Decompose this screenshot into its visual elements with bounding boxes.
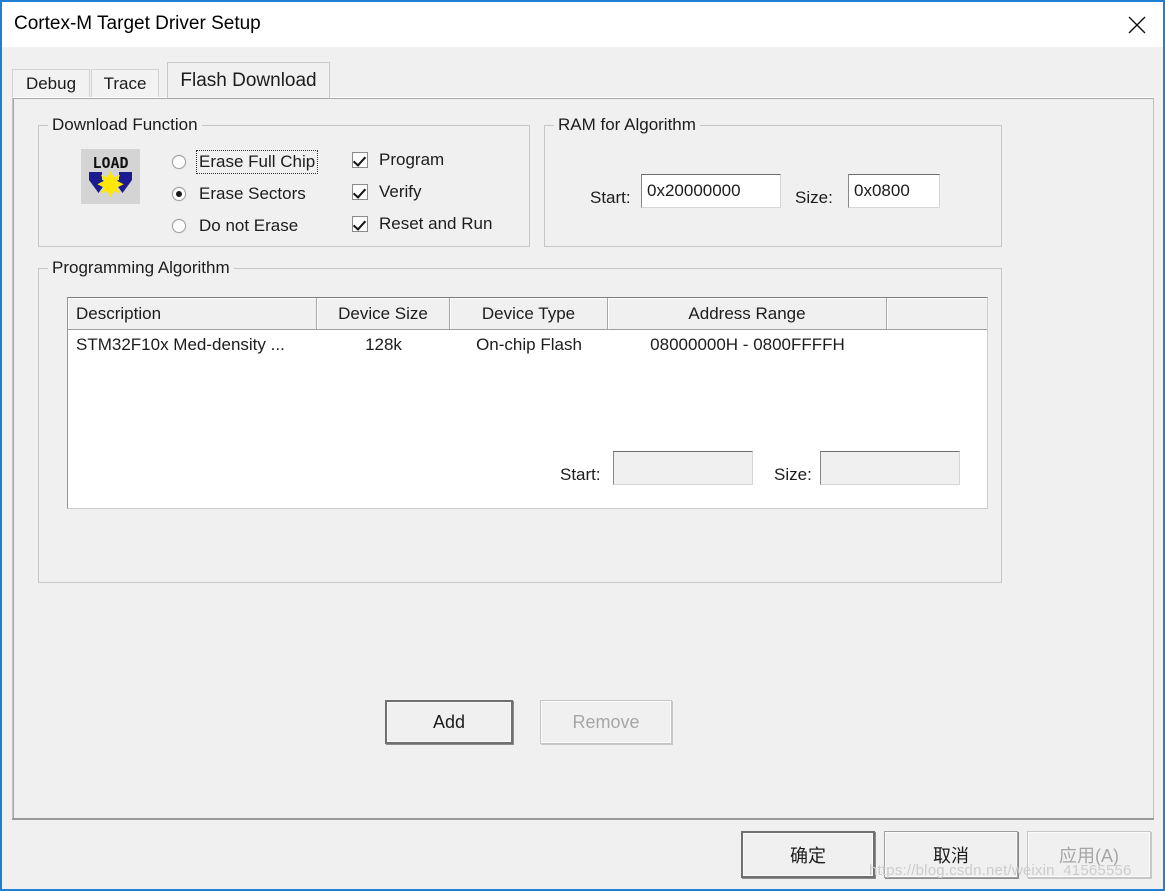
cell-device-size: 128k bbox=[365, 335, 402, 354]
cell-extra bbox=[887, 330, 987, 360]
group-download-function-legend: Download Function bbox=[48, 115, 202, 135]
tab-panel-flash-download: Download Function LOAD Erase Full Chip E… bbox=[12, 97, 1154, 820]
checkbox-verify-label: Verify bbox=[379, 182, 422, 201]
radio-do-not-erase[interactable]: Do not Erase bbox=[172, 215, 300, 237]
watermark: https://blog.csdn.net/weixin_41565556 bbox=[869, 862, 1132, 879]
checkbox-reset-and-run[interactable]: Reset and Run bbox=[352, 214, 492, 234]
tab-flash-download-label: Flash Download bbox=[180, 69, 317, 91]
add-button[interactable]: Add bbox=[385, 700, 513, 744]
table-row[interactable]: STM32F10x Med-density ... 128k On-chip F… bbox=[68, 330, 987, 360]
column-header-device-type[interactable]: Device Type bbox=[450, 298, 608, 329]
tab-strip: Debug Trace Flash Download bbox=[12, 62, 1154, 98]
ram-size-input[interactable]: 0x0800 bbox=[848, 174, 940, 208]
column-header-description[interactable]: Description bbox=[68, 298, 317, 329]
radio-do-not-erase-label: Do not Erase bbox=[199, 216, 299, 235]
ram-size-label: Size: bbox=[795, 188, 833, 207]
group-download-function: Download Function LOAD Erase Full Chip E… bbox=[38, 115, 530, 247]
checkbox-program-mark bbox=[352, 152, 368, 168]
ok-button-label: 确定 bbox=[790, 845, 826, 866]
algorithm-start-input[interactable] bbox=[613, 451, 753, 485]
tab-trace[interactable]: Trace bbox=[91, 69, 159, 98]
algorithm-size-input[interactable] bbox=[820, 451, 960, 485]
tab-flash-download[interactable]: Flash Download bbox=[167, 62, 330, 98]
column-header-extra[interactable] bbox=[887, 298, 987, 329]
algorithm-start-label: Start: bbox=[560, 465, 601, 484]
checkbox-program-label: Program bbox=[379, 150, 445, 169]
checkbox-verify[interactable]: Verify bbox=[352, 182, 422, 202]
svg-text:LOAD: LOAD bbox=[92, 154, 128, 172]
algorithm-size-label: Size: bbox=[774, 465, 812, 484]
radio-erase-full-chip-label: Erase Full Chip bbox=[195, 150, 319, 174]
page-title: Cortex-M Target Driver Setup bbox=[14, 13, 261, 34]
remove-button: Remove bbox=[540, 700, 672, 744]
checkbox-reset-and-run-mark bbox=[352, 216, 368, 232]
cell-address-range: 08000000H - 0800FFFFH bbox=[650, 335, 845, 354]
checkbox-program[interactable]: Program bbox=[352, 150, 444, 170]
radio-erase-sectors-mark bbox=[172, 187, 186, 201]
ram-start-input[interactable]: 0x20000000 bbox=[641, 174, 781, 208]
cell-device-type: On-chip Flash bbox=[476, 335, 582, 354]
table-header-row: Description Device Size Device Type Addr… bbox=[68, 298, 987, 330]
tab-debug[interactable]: Debug bbox=[12, 69, 90, 98]
tab-debug-label: Debug bbox=[25, 74, 77, 93]
title-bar: Cortex-M Target Driver Setup bbox=[2, 2, 1163, 47]
dialog-window: Cortex-M Target Driver Setup Debug Trace… bbox=[0, 0, 1165, 891]
group-ram-for-algorithm-legend: RAM for Algorithm bbox=[554, 115, 700, 135]
cell-description: STM32F10x Med-density ... bbox=[76, 335, 285, 354]
checkbox-reset-and-run-label: Reset and Run bbox=[379, 214, 493, 233]
load-icon: LOAD bbox=[81, 149, 140, 204]
radio-erase-sectors-label: Erase Sectors bbox=[199, 184, 306, 203]
close-button[interactable] bbox=[1111, 2, 1163, 47]
radio-do-not-erase-mark bbox=[172, 219, 186, 233]
radio-erase-full-chip[interactable]: Erase Full Chip bbox=[172, 150, 319, 174]
ram-start-label: Start: bbox=[590, 188, 631, 207]
ok-button[interactable]: 确定 bbox=[741, 831, 875, 878]
remove-button-label: Remove bbox=[572, 711, 640, 732]
radio-erase-full-chip-mark bbox=[172, 155, 186, 169]
group-programming-algorithm: Programming Algorithm Description Device… bbox=[38, 258, 1002, 583]
checkbox-verify-mark bbox=[352, 184, 368, 200]
radio-erase-sectors[interactable]: Erase Sectors bbox=[172, 183, 308, 205]
group-ram-for-algorithm: RAM for Algorithm Start: 0x20000000 Size… bbox=[544, 115, 1002, 247]
column-header-address-range[interactable]: Address Range bbox=[608, 298, 887, 329]
group-programming-algorithm-legend: Programming Algorithm bbox=[48, 258, 234, 278]
add-button-label: Add bbox=[432, 711, 466, 732]
tab-trace-label: Trace bbox=[103, 74, 147, 93]
column-header-device-size[interactable]: Device Size bbox=[317, 298, 450, 329]
close-icon bbox=[1126, 14, 1148, 36]
